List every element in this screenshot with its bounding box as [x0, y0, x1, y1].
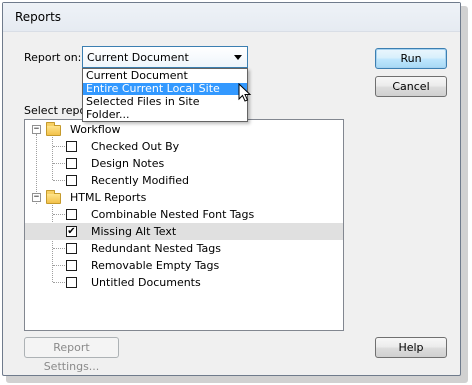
tree-item-design-notes[interactable]: Design Notes [25, 155, 343, 172]
tree-item-checked-out-by[interactable]: Checked Out By [25, 138, 343, 155]
tree-item-redundant-nested-tags[interactable]: Redundant Nested Tags [25, 240, 343, 257]
option-selected-files-in-site[interactable]: Selected Files in Site [83, 96, 247, 108]
report-on-dropdown-list: Current Document Entire Current Local Si… [82, 68, 248, 122]
help-button[interactable]: Help [375, 337, 447, 358]
report-checkbox-checked[interactable]: ✔ [66, 226, 77, 237]
tree-item-combinable-nested-font-tags[interactable]: Combinable Nested Font Tags [25, 206, 343, 223]
folder-icon [46, 122, 61, 136]
report-checkbox[interactable] [66, 260, 77, 271]
option-folder[interactable]: Folder... [83, 109, 247, 121]
tree-item-recently-modified[interactable]: Recently Modified [25, 172, 343, 189]
tree-item-missing-alt-text[interactable]: ✔ Missing Alt Text [25, 223, 343, 240]
report-label: Design Notes [91, 157, 165, 170]
report-label: Redundant Nested Tags [91, 242, 221, 255]
report-label: Checked Out By [91, 140, 180, 153]
group-label: HTML Reports [70, 191, 147, 204]
title-bar[interactable]: Reports [3, 3, 460, 32]
report-label: Recently Modified [91, 174, 190, 187]
report-checkbox[interactable] [66, 243, 77, 254]
report-label: Untitled Documents [91, 276, 201, 289]
run-button[interactable]: Run [375, 48, 447, 69]
report-label: Combinable Nested Font Tags [91, 208, 255, 221]
tree-item-removable-empty-tags[interactable]: Removable Empty Tags [25, 257, 343, 274]
tree-item-untitled-documents[interactable]: Untitled Documents [25, 274, 343, 291]
group-label: Workflow [70, 123, 121, 136]
report-checkbox[interactable] [66, 158, 77, 169]
report-on-value: Current Document [87, 51, 189, 64]
report-label: Removable Empty Tags [91, 259, 220, 272]
collapse-icon[interactable]: − [32, 193, 41, 202]
option-current-document[interactable]: Current Document [83, 70, 247, 82]
collapse-icon[interactable]: − [32, 125, 41, 134]
tree-group-html-reports[interactable]: − HTML Reports [25, 189, 343, 206]
report-checkbox[interactable] [66, 277, 77, 288]
report-label: Missing Alt Text [91, 225, 177, 238]
report-on-select[interactable]: Current Document [82, 46, 248, 68]
cancel-button[interactable]: Cancel [375, 76, 447, 97]
report-checkbox[interactable] [66, 175, 77, 186]
report-settings-button[interactable]: Report Settings... [24, 337, 119, 373]
folder-icon [46, 190, 61, 204]
select-reports-label: Select repor [24, 104, 91, 117]
window-title: Reports [15, 10, 62, 24]
reports-tree[interactable]: − Workflow Checked Out By Design Notes R… [24, 119, 344, 331]
report-on-label: Report on: [24, 51, 82, 64]
mouse-pointer-icon [238, 83, 252, 102]
option-entire-current-local-site[interactable]: Entire Current Local Site [83, 83, 247, 95]
tree-group-workflow[interactable]: − Workflow [25, 121, 343, 138]
chevron-down-icon [234, 55, 242, 60]
report-checkbox[interactable] [66, 209, 77, 220]
report-checkbox[interactable] [66, 141, 77, 152]
